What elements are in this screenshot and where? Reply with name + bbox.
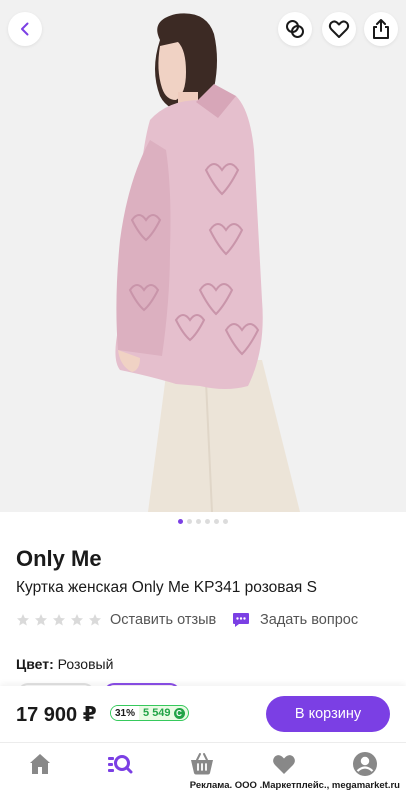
leave-review-link[interactable]: Оставить отзыв [110, 612, 216, 628]
share-icon [373, 19, 389, 39]
compare-circles-icon [286, 20, 304, 38]
bonus-badge: 31% 5 549 С [110, 705, 189, 721]
rating-stars [16, 613, 102, 627]
star-icon [53, 614, 65, 626]
profile-icon[interactable] [352, 751, 378, 777]
favorite-button[interactable] [322, 12, 356, 46]
ask-question-link[interactable]: Задать вопрос [232, 610, 358, 630]
product-brand[interactable]: Only Me [16, 546, 102, 572]
product-photo[interactable] [0, 0, 406, 512]
back-button[interactable] [8, 12, 42, 46]
bonus-coin-icon: С [173, 707, 185, 719]
product-image [0, 0, 406, 512]
price: 17 900 ₽ [16, 704, 97, 726]
star-icon [35, 614, 47, 626]
star-icon [89, 614, 101, 626]
add-to-cart-button[interactable]: В корзину [266, 696, 390, 732]
gallery-dot[interactable] [196, 519, 201, 524]
color-value: Розовый [57, 656, 114, 672]
favorites-icon[interactable] [271, 751, 297, 777]
chevron-left-icon [21, 22, 29, 36]
gallery-dot[interactable] [205, 519, 210, 524]
ad-disclaimer: Реклама. ООО .Маркетплейс., megamarket.r… [189, 780, 400, 791]
chat-bubble-icon [233, 613, 249, 627]
color-row: Цвет: Розовый [16, 656, 113, 672]
gallery-pagination[interactable] [0, 519, 406, 527]
star-icon [71, 614, 83, 626]
ask-question-label: Задать вопрос [260, 612, 359, 628]
heart-icon [328, 20, 350, 38]
bonus-percent: 31% [111, 706, 140, 720]
gallery-dot[interactable] [223, 519, 228, 524]
gallery-dot[interactable] [187, 519, 192, 524]
cart-icon[interactable] [189, 751, 215, 777]
share-button[interactable] [364, 12, 398, 46]
home-icon[interactable] [27, 751, 53, 777]
bottom-tabbar: Реклама. ООО .Маркетплейс., megamarket.r… [0, 742, 406, 800]
compare-button[interactable] [278, 12, 312, 46]
color-label: Цвет: [16, 656, 54, 672]
star-icon [17, 614, 29, 626]
bonus-amount: 5 549 [143, 707, 171, 719]
gallery-dot[interactable] [214, 519, 219, 524]
gallery-dot[interactable] [178, 519, 183, 524]
catalog-search-icon[interactable] [107, 751, 133, 777]
rating-row[interactable]: Оставить отзыв [16, 610, 216, 630]
purchase-bar: 17 900 ₽ 31% 5 549 С В корзину [0, 686, 406, 742]
product-title: Куртка женская Only Me KP341 розовая S [16, 579, 317, 596]
